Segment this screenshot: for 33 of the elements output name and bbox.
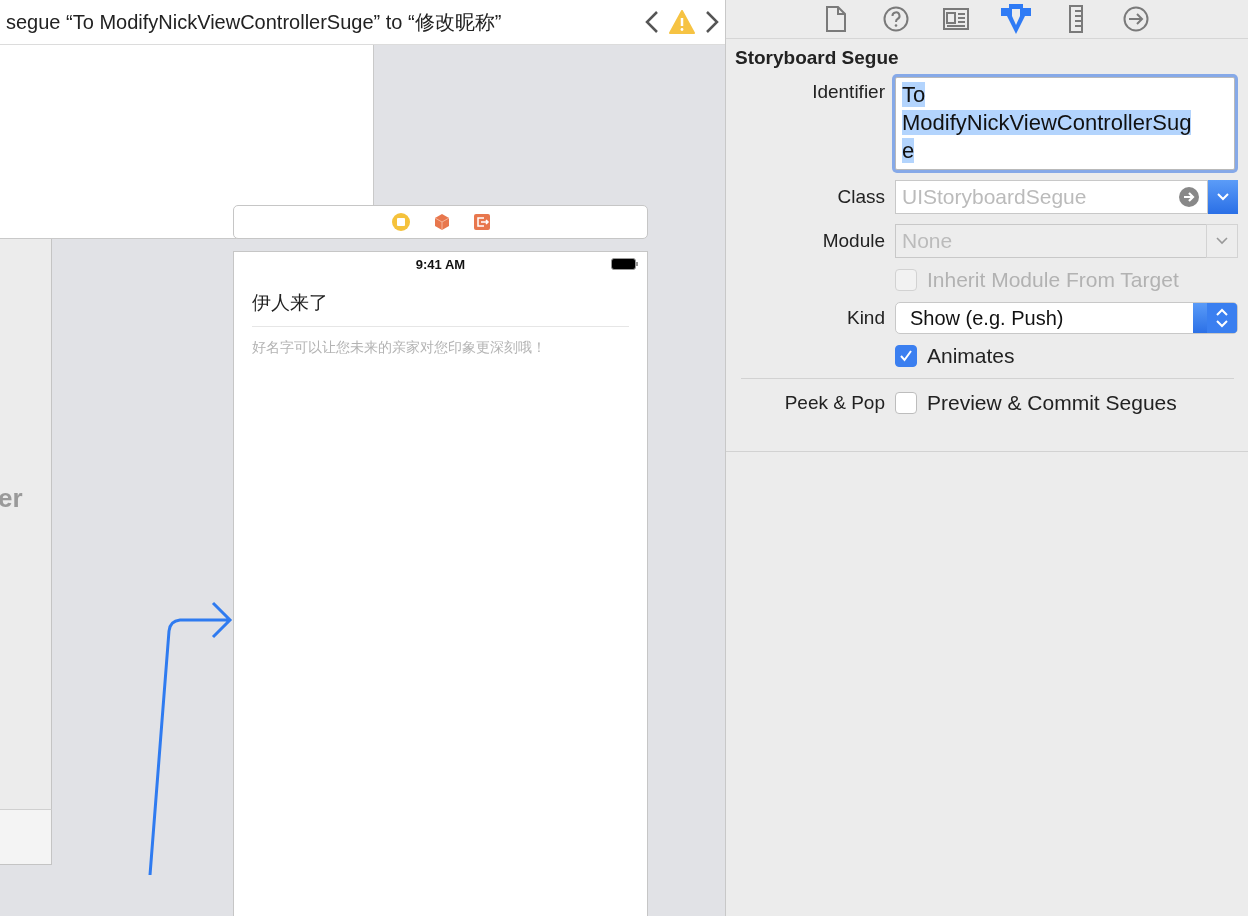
- checkbox[interactable]: [895, 345, 917, 367]
- identifier-label: Identifier: [811, 80, 885, 103]
- battery-icon: [611, 258, 639, 270]
- section-title: Storyboard Segue: [735, 47, 900, 69]
- preview-checkbox-option[interactable]: Preview & Commit Segues: [895, 391, 1238, 415]
- caret-icon: [1206, 224, 1238, 258]
- exit-icon[interactable]: [472, 213, 491, 231]
- chevron-icon: [1216, 192, 1230, 202]
- forward-chevron-icon[interactable]: [705, 10, 719, 34]
- toolbar: [0, 809, 52, 865]
- arrow-circle-icon: [1123, 6, 1149, 32]
- identity-card-icon: [943, 8, 969, 30]
- file-icon: [826, 6, 846, 32]
- kind-popup[interactable]: Show (e.g. Push): [895, 302, 1238, 334]
- segue-breadcrumb: segue “To ModifyNickViewControllerSuge” to “修改昵称”: [6, 9, 503, 35]
- screen-title: 伊人来了: [252, 290, 629, 327]
- animates-checkbox-option[interactable]: Animates: [895, 344, 1238, 368]
- ruler-icon: [1069, 5, 1083, 33]
- back-chevron-icon[interactable]: [645, 10, 659, 34]
- stepper-icon: [1193, 303, 1237, 333]
- attributes-icon: [1000, 3, 1032, 35]
- help-icon: [883, 6, 909, 32]
- hint-text: 好名字可以让您未来的亲家对您印象更深刻哦！: [252, 339, 547, 357]
- kind-label: Kind: [845, 307, 885, 329]
- status-time: 9:41 AM: [415, 256, 466, 272]
- class-label: Class: [836, 186, 885, 208]
- checkmark-icon: [899, 349, 913, 363]
- dropdown-button[interactable]: [1208, 180, 1238, 214]
- peek-pop-label: Peek & Pop: [783, 392, 885, 414]
- checkbox[interactable]: [895, 392, 917, 414]
- identifier-field[interactable]: To ModifyNickViewControllerSuge: [895, 77, 1235, 170]
- module-label: Module: [821, 230, 885, 252]
- cube-icon[interactable]: [432, 213, 451, 231]
